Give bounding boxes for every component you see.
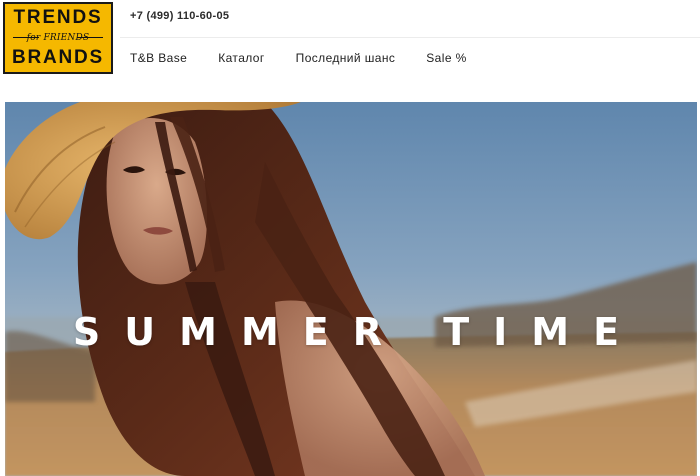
phone-link[interactable]: +7 (499) 110-60-05 bbox=[130, 9, 229, 23]
nav-item-tb-base[interactable]: T&B Base bbox=[130, 49, 187, 67]
hero-title: SUMMER TIME bbox=[72, 310, 644, 354]
page: TRENDS for FRIENDS BRANDS +7 (499) 110-6… bbox=[0, 0, 700, 476]
nav-item-sale[interactable]: Sale % bbox=[426, 49, 466, 67]
logo-tagline: for FRIENDS bbox=[13, 31, 103, 45]
logo-line-trends: TRENDS bbox=[13, 7, 103, 28]
brand-logo[interactable]: TRENDS for FRIENDS BRANDS bbox=[3, 2, 113, 74]
header-divider bbox=[120, 37, 700, 38]
logo-rule-right bbox=[77, 37, 103, 38]
main-nav: T&B Base Каталог Последний шанс Sale % bbox=[130, 49, 467, 67]
hero-banner[interactable]: SUMMER TIME bbox=[5, 102, 697, 476]
hero-photo bbox=[5, 102, 697, 476]
logo-tagline-text: for FRIENDS bbox=[26, 33, 90, 43]
nav-item-last-chance[interactable]: Последний шанс bbox=[296, 49, 396, 67]
logo-line-brands: BRANDS bbox=[11, 47, 105, 68]
nav-item-catalog[interactable]: Каталог bbox=[218, 49, 264, 67]
